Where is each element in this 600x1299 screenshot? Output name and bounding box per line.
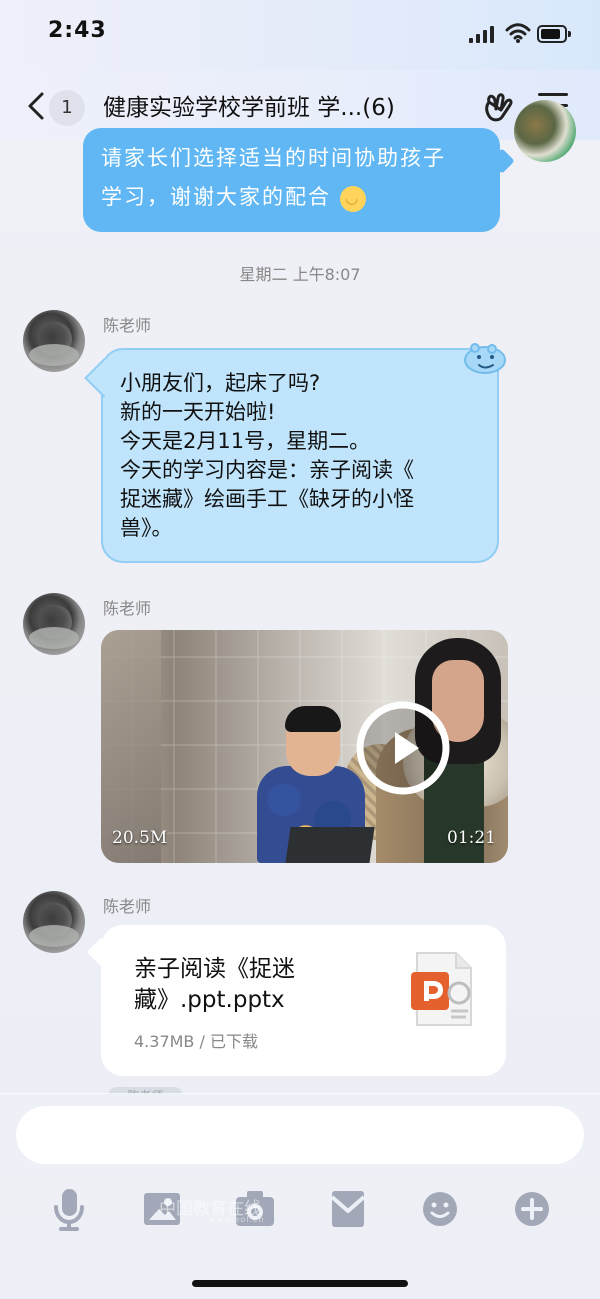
- video-thumbnail-child-hair: [285, 706, 341, 732]
- message-line: 今天的学习内容是：亲子阅读《: [120, 458, 414, 482]
- self-message-line: 学习，谢谢大家的配合 ◡: [101, 182, 366, 212]
- qq-group-chat-screen: 2:43 1 健康实验学校学前班 学...(6) 请家长们选择适当的时间协助孩子…: [0, 0, 600, 1299]
- sender-name: 陈老师: [103, 599, 152, 618]
- self-message-text: 学习，谢谢大家的配合: [101, 185, 331, 209]
- microphone-icon[interactable]: [44, 1184, 94, 1234]
- file-meta: 4.37MB / 已下载: [134, 1032, 258, 1051]
- hippo-bubble-icon: [464, 343, 506, 374]
- message-line: 小朋友们，起床了吗?: [120, 371, 321, 395]
- teacher-text-message[interactable]: 小朋友们，起床了吗? 新的一天开始啦! 今天是2月11号，星期二。 今天的学习内…: [101, 348, 499, 563]
- message-timestamp: 星期二 上午8:07: [239, 265, 361, 284]
- message-composer: 中国教育在线 www.eol.cn: [0, 1094, 600, 1299]
- file-name: 亲子阅读《捉迷 藏》.ppt.pptx: [134, 954, 369, 1016]
- status-time: 2:43: [48, 18, 107, 43]
- message-line: 今天是2月11号，星期二。: [120, 429, 371, 453]
- smiling-face-icon: ◡: [339, 185, 366, 212]
- sender-name: 陈老师: [103, 897, 152, 916]
- group-chat-title[interactable]: 健康实验学校学前班 学...(6): [103, 90, 448, 126]
- plus-icon[interactable]: [507, 1184, 557, 1234]
- play-icon[interactable]: [355, 700, 451, 796]
- message-input[interactable]: [16, 1106, 584, 1164]
- camera-icon[interactable]: [230, 1184, 280, 1234]
- emoji-icon[interactable]: [415, 1184, 465, 1234]
- self-message-bubble[interactable]: 请家长们选择适当的时间协助孩子 学习，谢谢大家的配合 ◡: [83, 128, 500, 232]
- video-thumbnail-tablet: [285, 827, 375, 863]
- wifi-icon: [505, 23, 531, 43]
- teacher-avatar[interactable]: [23, 593, 85, 655]
- hand-gesture-icon[interactable]: [482, 90, 516, 124]
- unread-count-badge[interactable]: 1: [49, 90, 85, 126]
- file-name-line: 藏》.ppt.pptx: [134, 987, 285, 1013]
- signal-icon: [469, 25, 497, 43]
- self-avatar[interactable]: [514, 100, 576, 162]
- teacher-avatar[interactable]: [23, 891, 85, 953]
- red-packet-icon[interactable]: [323, 1184, 373, 1234]
- status-bar: 2:43: [0, 0, 600, 70]
- message-line: 新的一天开始啦!: [120, 400, 276, 424]
- file-name-line: 亲子阅读《捉迷: [134, 956, 295, 982]
- message-line: 兽》。: [120, 516, 173, 540]
- home-indicator: [192, 1280, 408, 1287]
- back-icon[interactable]: [24, 91, 48, 121]
- video-message[interactable]: 20.5M 01:21: [101, 630, 508, 863]
- message-line: 捉迷藏》绘画手工《缺牙的小怪: [120, 487, 414, 511]
- self-message-line: 请家长们选择适当的时间协助孩子: [101, 146, 446, 170]
- video-duration: 01:21: [447, 828, 496, 848]
- file-message-card[interactable]: 亲子阅读《捉迷 藏》.ppt.pptx 4.37MB / 已下载: [101, 925, 506, 1076]
- powerpoint-icon: [411, 952, 472, 1026]
- sender-name: 陈老师: [103, 316, 152, 335]
- battery-icon: [537, 25, 571, 43]
- image-icon[interactable]: [137, 1184, 187, 1234]
- teacher-avatar[interactable]: [23, 310, 85, 372]
- video-size: 20.5M: [112, 828, 168, 848]
